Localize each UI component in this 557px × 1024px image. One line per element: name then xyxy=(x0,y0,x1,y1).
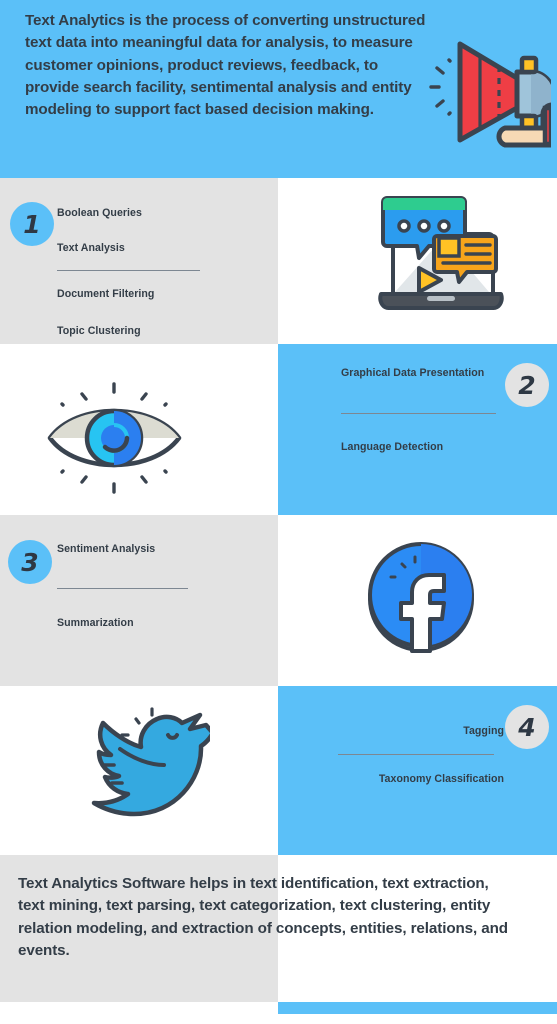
footer-accent-strip xyxy=(278,1002,557,1014)
section-1-badge: 1 xyxy=(10,202,54,246)
divider xyxy=(57,270,200,271)
footer-description: Text Analytics Software helps in text id… xyxy=(18,875,508,960)
section-4-badge: 4 xyxy=(505,705,549,749)
footer-base-left xyxy=(0,1002,278,1024)
laptop-chat-icon xyxy=(378,196,504,310)
list-item: Summarization xyxy=(57,617,134,629)
facebook-icon xyxy=(368,542,474,653)
section-3-items: Sentiment Analysis Summarization xyxy=(57,540,257,629)
divider xyxy=(338,754,494,755)
list-item: Sentiment Analysis xyxy=(57,543,156,555)
divider xyxy=(57,588,188,589)
list-item: Text Analysis xyxy=(57,242,125,254)
megaphone-icon xyxy=(429,41,551,148)
list-item: Tagging xyxy=(463,725,504,737)
list-item: Graphical Data Presentation xyxy=(341,367,485,379)
list-item: Taxonomy Classification xyxy=(378,773,504,785)
list-item: Language Detection xyxy=(341,441,444,453)
section-4-items: Tagging Taxonomy Classification xyxy=(301,722,504,785)
footer-base-right xyxy=(278,1014,557,1024)
list-item: Topic Clustering xyxy=(57,325,141,337)
infographic-page: Text Analytics is the process of convert… xyxy=(0,0,557,1024)
list-item: Boolean Queries xyxy=(57,207,142,219)
list-item: Document Filtering xyxy=(57,288,155,300)
eye-icon xyxy=(47,382,182,494)
section-1-items: Boolean Queries Text Analysis Document F… xyxy=(57,204,257,337)
divider xyxy=(341,413,496,414)
section-3-badge: 3 xyxy=(8,540,52,584)
section-2-items: Graphical Data Presentation Language Det… xyxy=(341,364,541,453)
twitter-bird-icon xyxy=(91,707,210,817)
header-banner: Text Analytics is the process of convert… xyxy=(0,0,557,178)
header-description: Text Analytics is the process of convert… xyxy=(25,12,426,119)
